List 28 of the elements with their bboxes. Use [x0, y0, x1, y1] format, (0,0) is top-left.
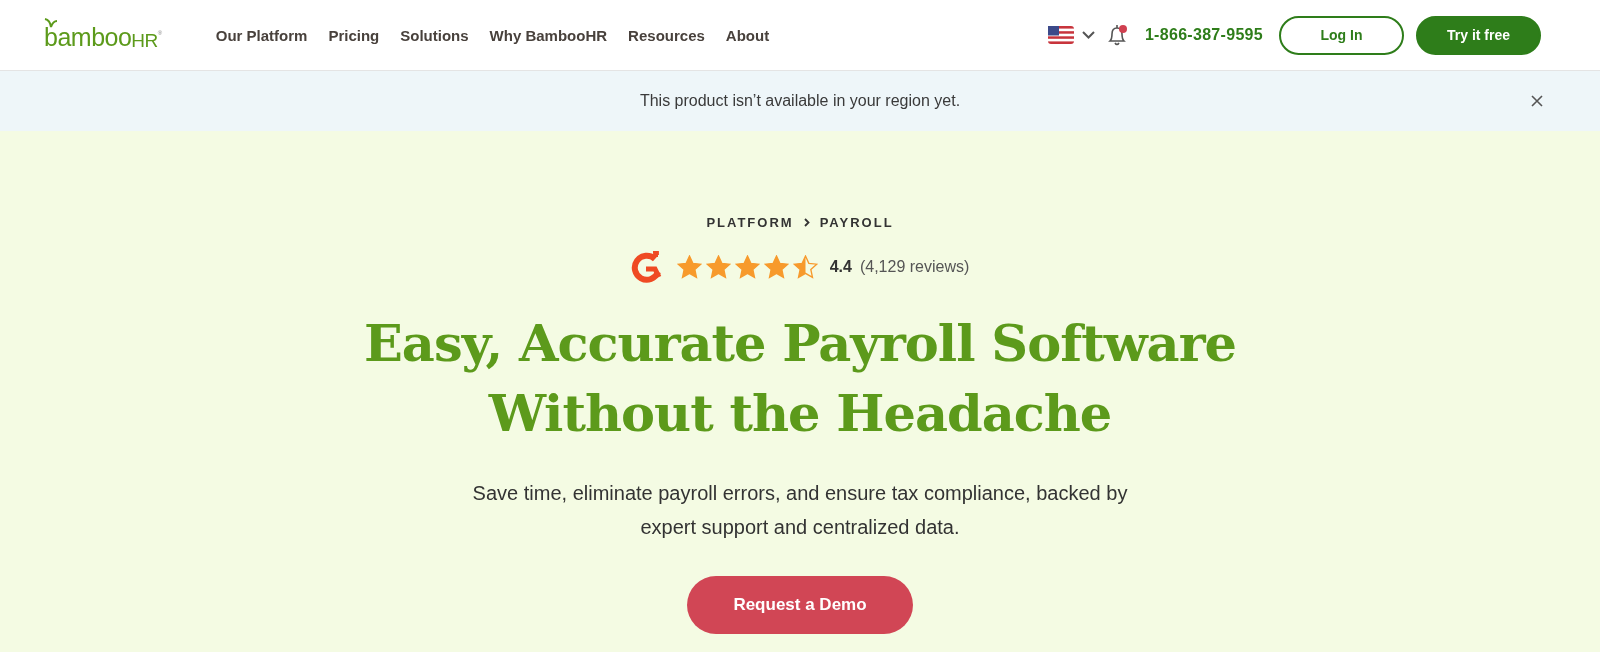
hero-subtitle: Save time, eliminate payroll errors, and ensure tax compliance, backed by expert support and centralized data. [472, 481, 1128, 540]
hero-title: Easy, Accurate Payroll Software Without the Headache [364, 312, 1236, 445]
star-icon [792, 255, 818, 279]
close-icon [1530, 94, 1544, 108]
nav-link[interactable]: Our Platform [215, 26, 308, 44]
banner-message: This product isn’t available in your region yet. [639, 92, 961, 110]
close-button[interactable] [1530, 94, 1544, 108]
bell-icon[interactable] [1106, 23, 1129, 47]
nav-link[interactable]: Solutions [400, 26, 469, 44]
breadcrumb-link[interactable]: PAYROLL [819, 215, 894, 230]
review-count: (4,129 reviews) [859, 258, 970, 276]
star-icon [734, 255, 760, 279]
breadcrumb-link[interactable]: PLATFORM [706, 215, 794, 230]
request-demo-button[interactable]: Request a Demo [687, 576, 913, 634]
flag-icon[interactable] [1047, 26, 1074, 44]
rating-score: 4.4 [829, 258, 852, 276]
phone-link[interactable]: 1-866-387-9595 [1144, 26, 1263, 44]
star-icon [763, 255, 789, 279]
login-button[interactable]: Log In [1279, 15, 1404, 55]
try-free-button[interactable]: Try it free [1416, 15, 1541, 55]
nav-link[interactable]: About [725, 26, 770, 44]
star-icon [705, 255, 731, 279]
chevron-right-icon [803, 218, 810, 227]
nav-link[interactable]: Why BambooHR [489, 26, 608, 44]
chevron-down-icon[interactable] [1081, 31, 1095, 39]
star-icon [676, 255, 702, 279]
nav-link[interactable]: Resources [628, 26, 705, 44]
nav-link[interactable]: Pricing [328, 26, 380, 44]
